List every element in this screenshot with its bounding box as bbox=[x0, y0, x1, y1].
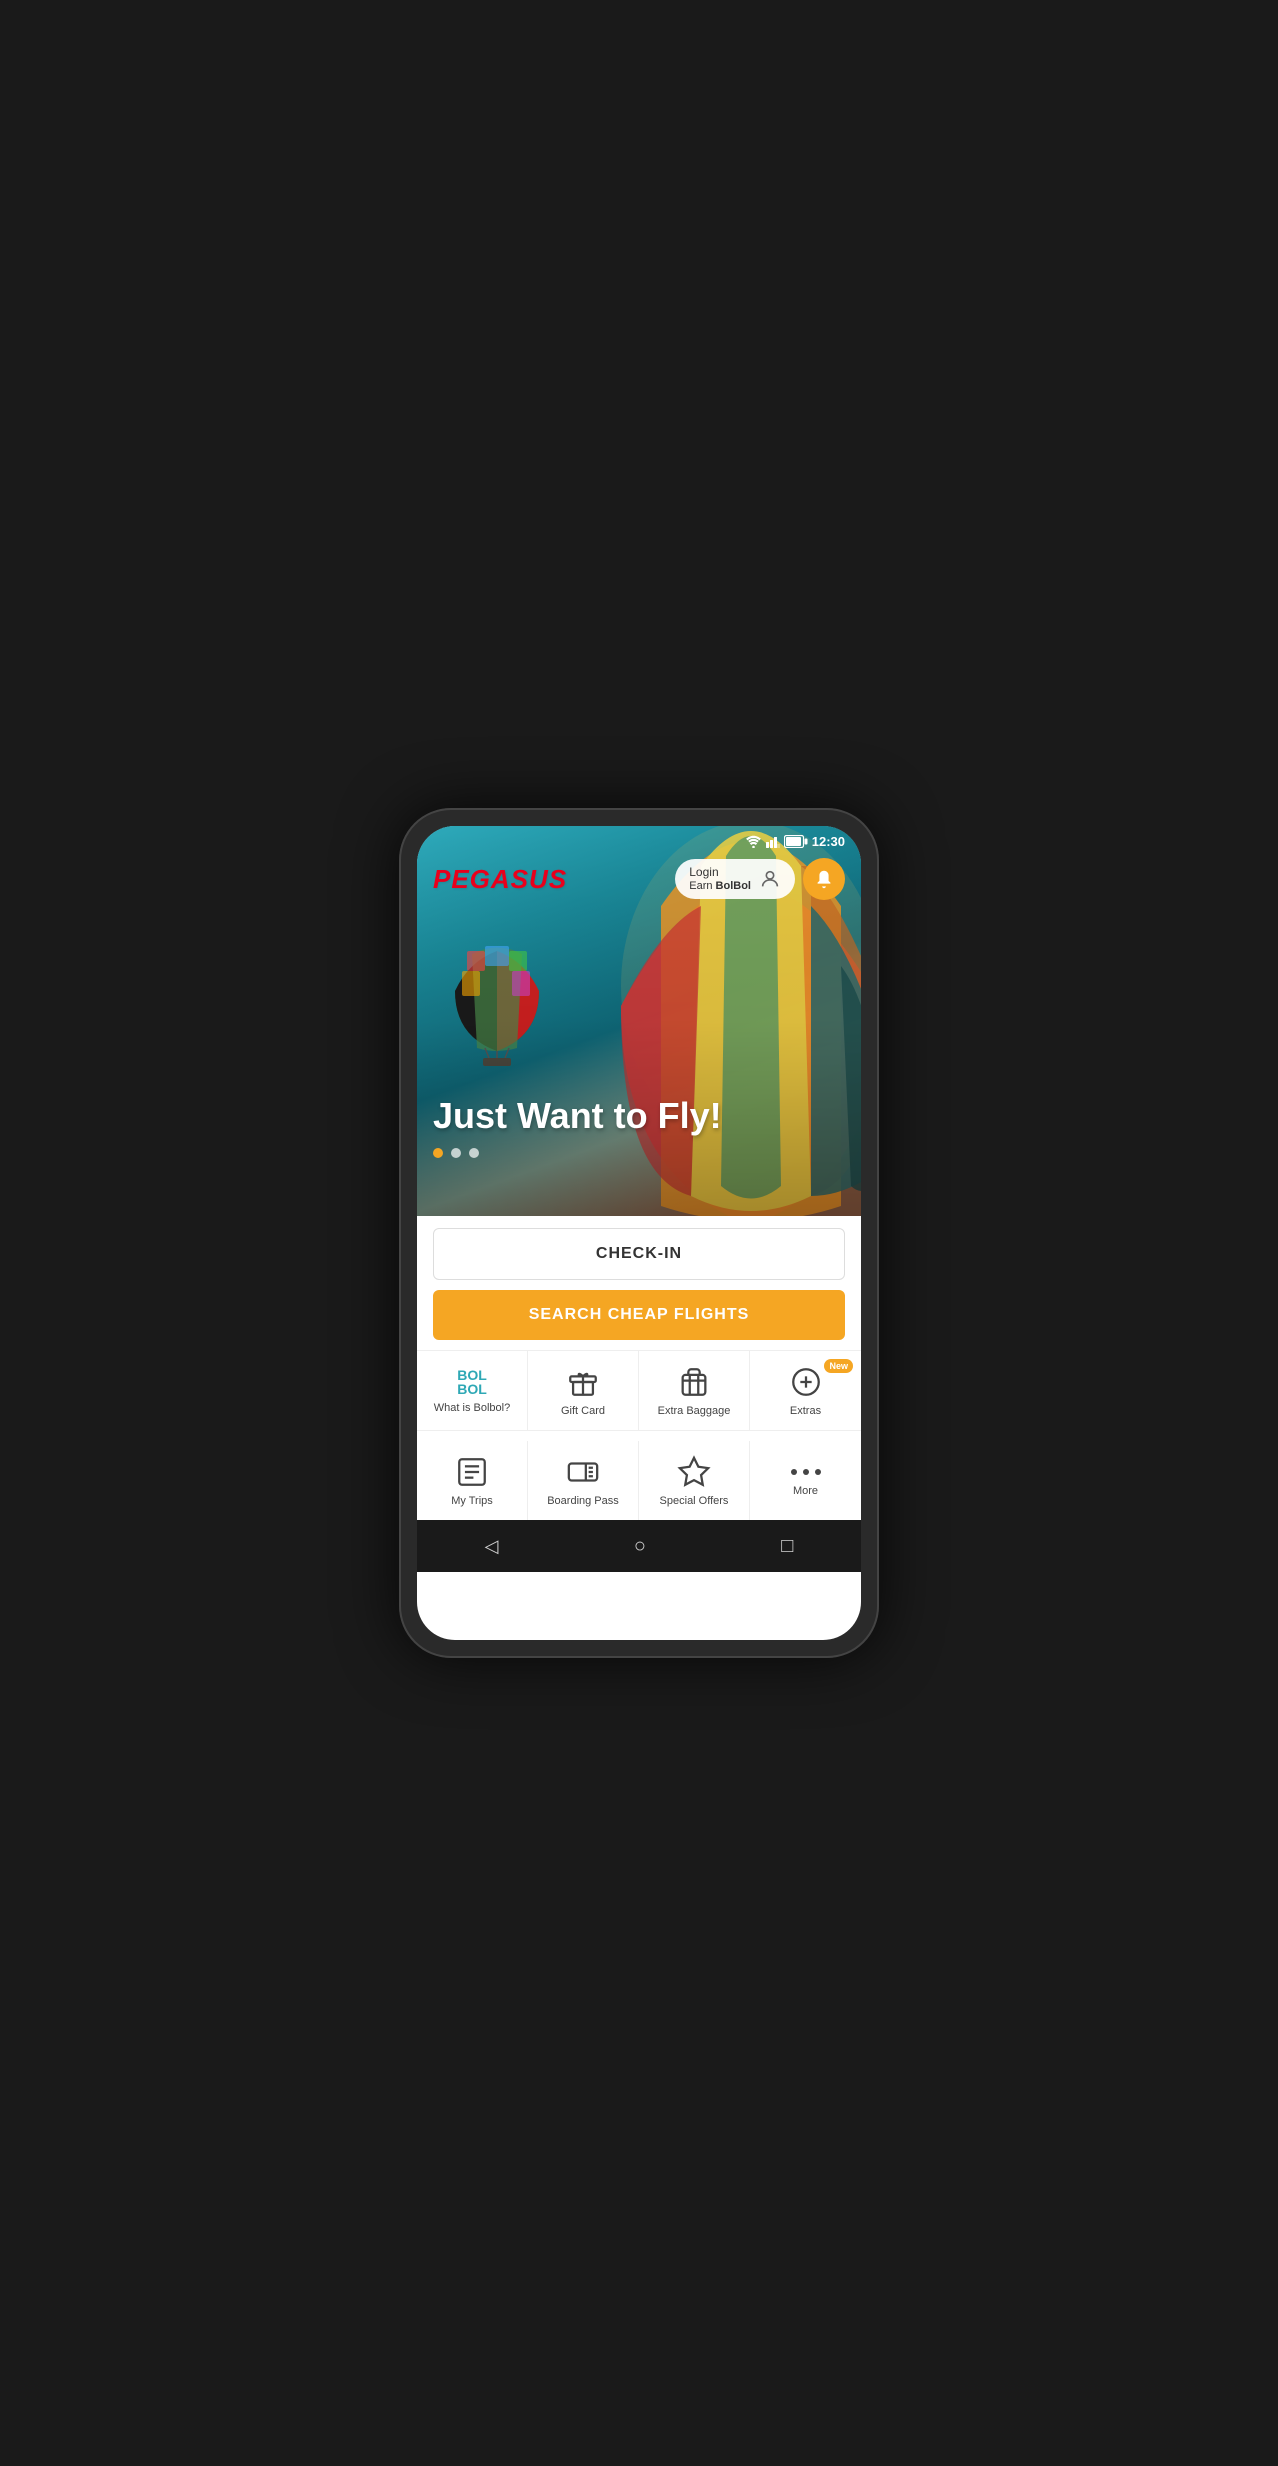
more-grid-item[interactable]: More bbox=[750, 1441, 861, 1520]
time-display: 12:30 bbox=[812, 834, 845, 849]
check-in-button[interactable]: CHECK-IN bbox=[433, 1228, 845, 1280]
hero-tagline: Just Want to Fly! bbox=[433, 1096, 861, 1136]
plus-circle-icon bbox=[789, 1365, 823, 1399]
status-bar: 12:30 bbox=[417, 826, 861, 849]
feature-grid-row1: BOLBOL What is Bolbol? Gift Card bbox=[417, 1350, 861, 1431]
login-earn: Earn BolBol bbox=[689, 880, 751, 893]
new-badge: New bbox=[824, 1359, 853, 1373]
android-nav-bar: ◁ ○ □ bbox=[417, 1520, 861, 1572]
bolbol-grid-item[interactable]: BOLBOL What is Bolbol? bbox=[417, 1351, 528, 1431]
hero-section: 12:30 PEGASUS Login Earn BolBol bbox=[417, 826, 861, 1216]
more-label: More bbox=[793, 1485, 818, 1498]
phone-screen: 12:30 PEGASUS Login Earn BolBol bbox=[417, 826, 861, 1640]
extra-baggage-grid-item[interactable]: Extra Baggage bbox=[639, 1351, 750, 1431]
back-button[interactable]: ◁ bbox=[465, 1528, 519, 1565]
boarding-pass-grid-item[interactable]: Boarding Pass bbox=[528, 1441, 639, 1520]
extras-label: Extras bbox=[790, 1405, 821, 1418]
more-dots-icon bbox=[789, 1465, 823, 1479]
hero-tagline-text: Just Want to Fly! bbox=[433, 1096, 861, 1136]
bolbol-label: What is Bolbol? bbox=[434, 1402, 510, 1415]
boarding-pass-icon bbox=[566, 1455, 600, 1489]
user-icon bbox=[759, 868, 781, 890]
battery-icon bbox=[784, 835, 808, 848]
carousel-dot-1[interactable] bbox=[433, 1148, 443, 1158]
special-offers-grid-item[interactable]: Special Offers bbox=[639, 1441, 750, 1520]
extras-grid-item[interactable]: New Extras bbox=[750, 1351, 861, 1431]
home-button[interactable]: ○ bbox=[614, 1527, 666, 1566]
signal-icon bbox=[766, 835, 780, 848]
bolbol-logo-text: BOLBOL bbox=[457, 1368, 487, 1396]
login-text-block: Login Earn BolBol bbox=[689, 865, 751, 893]
gift-icon bbox=[566, 1365, 600, 1399]
star-icon bbox=[677, 1455, 711, 1489]
phone-frame: 12:30 PEGASUS Login Earn BolBol bbox=[399, 808, 879, 1658]
carousel-dot-3[interactable] bbox=[469, 1148, 479, 1158]
feature-grid-row2: My Trips Boarding Pass Special Offers bbox=[417, 1441, 861, 1520]
login-button[interactable]: Login Earn BolBol bbox=[675, 859, 795, 899]
pegasus-logo: PEGASUS bbox=[433, 864, 567, 895]
carousel-dot-2[interactable] bbox=[451, 1148, 461, 1158]
search-flights-button[interactable]: SEARCH CHEAP FLIGHTS bbox=[433, 1290, 845, 1340]
bell-icon bbox=[813, 868, 835, 890]
recents-button[interactable]: □ bbox=[761, 1527, 813, 1566]
extra-baggage-label: Extra Baggage bbox=[658, 1405, 731, 1418]
wifi-icon bbox=[745, 835, 762, 848]
notification-button[interactable] bbox=[803, 858, 845, 900]
header-actions: Login Earn BolBol bbox=[675, 858, 845, 900]
list-icon bbox=[455, 1455, 489, 1489]
my-trips-label: My Trips bbox=[451, 1495, 493, 1508]
login-label: Login bbox=[689, 865, 751, 879]
action-buttons-section: CHECK-IN SEARCH CHEAP FLIGHTS bbox=[417, 1216, 861, 1340]
gift-card-grid-item[interactable]: Gift Card bbox=[528, 1351, 639, 1431]
gift-card-label: Gift Card bbox=[561, 1405, 605, 1418]
bolbol-text: BolBol bbox=[716, 880, 751, 892]
special-offers-label: Special Offers bbox=[660, 1495, 729, 1508]
boarding-pass-label: Boarding Pass bbox=[547, 1495, 619, 1508]
baggage-icon bbox=[677, 1365, 711, 1399]
app-header: PEGASUS Login Earn BolBol bbox=[417, 858, 861, 900]
carousel-dots bbox=[433, 1148, 479, 1158]
my-trips-grid-item[interactable]: My Trips bbox=[417, 1441, 528, 1520]
